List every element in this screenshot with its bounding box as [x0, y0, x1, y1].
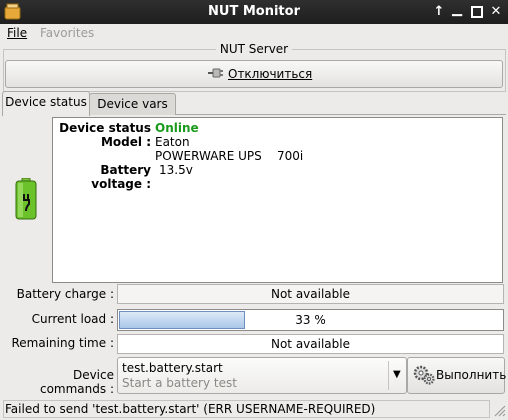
maximize-icon[interactable]: ↑	[430, 3, 448, 21]
execute-label: Выполнить	[436, 368, 507, 382]
device-command-select[interactable]: test.battery.start Start a battery test …	[117, 357, 407, 394]
remaining-time-label: Remaining time :	[11, 336, 114, 350]
command-name: test.battery.start	[122, 361, 223, 375]
remaining-time-field: Not available	[117, 334, 504, 354]
plug-icon	[208, 66, 224, 80]
menu-bar: File Favorites	[0, 24, 508, 42]
current-load-value: 33 %	[295, 313, 326, 327]
tab-device-vars[interactable]: Device vars	[89, 93, 176, 115]
device-status-value: Online	[155, 121, 199, 135]
device-commands-label: Device commands :	[39, 368, 114, 396]
title-bar[interactable]: NUT Monitor ↑ ▁ ✕	[0, 0, 508, 24]
disconnect-label: Отключиться	[228, 67, 313, 81]
resize-grip-icon[interactable]	[492, 403, 506, 417]
execute-button[interactable]: Выполнить	[407, 357, 507, 394]
server-legend: NUT Server	[0, 42, 508, 56]
battery-charge-field: Not available	[117, 284, 504, 304]
restore-icon[interactable]	[468, 3, 486, 21]
battery-voltage-value: 13.5v	[159, 163, 193, 177]
current-load-label: Current load :	[31, 312, 114, 326]
command-description: Start a battery test	[122, 376, 237, 390]
battery-charge-label: Battery charge :	[16, 287, 114, 301]
menu-favorites[interactable]: Favorites	[40, 26, 94, 40]
current-load-progress: 33 %	[117, 309, 504, 331]
battery-icon	[15, 177, 37, 220]
status-bar-message: Failed to send 'test.battery.start' (ERR…	[3, 400, 490, 418]
disconnect-button[interactable]: Отключиться	[5, 60, 503, 88]
model-line2: POWERWARE UPS 700i	[155, 149, 304, 163]
dropdown-arrow-icon[interactable]: ▼	[393, 369, 401, 380]
combo-separator	[388, 361, 389, 390]
tab-device-status[interactable]: Device status	[2, 91, 90, 116]
battery-voltage-label: Battery voltage :	[91, 163, 151, 191]
model-label: Model :	[100, 135, 151, 149]
model-line1: Eaton	[155, 135, 190, 149]
device-info-box: Device status : Online Model : Eaton POW…	[52, 117, 503, 283]
close-icon[interactable]: ✕	[487, 3, 505, 21]
minimize-icon[interactable]: ▁	[448, 1, 466, 19]
gears-icon	[413, 365, 435, 385]
menu-file[interactable]: File	[7, 26, 27, 40]
